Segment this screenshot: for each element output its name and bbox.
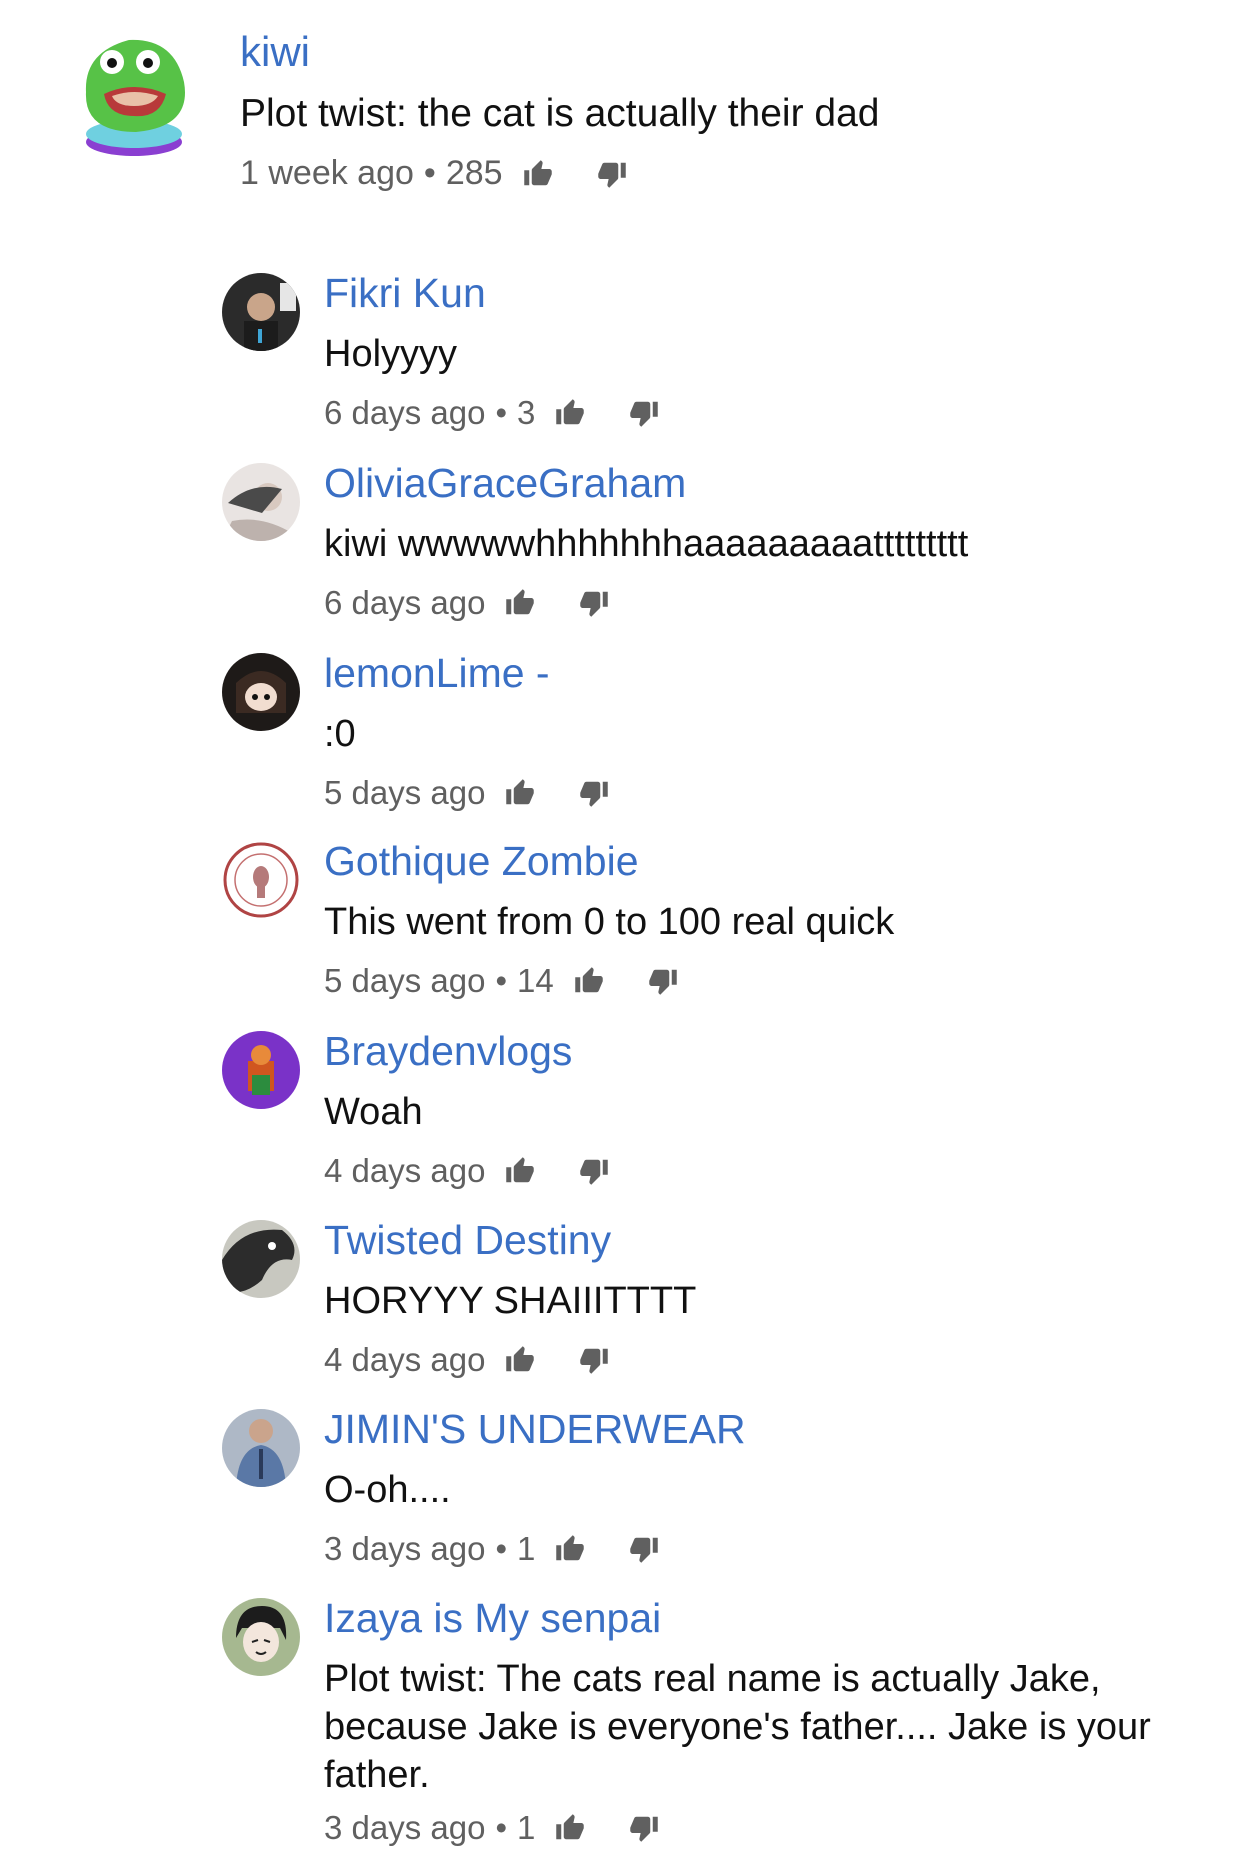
thumbs-up-icon[interactable] xyxy=(503,588,537,618)
comment-meta: 4 days ago xyxy=(324,1341,611,1379)
meta-separator: • xyxy=(495,394,508,431)
comment-time: 5 days ago xyxy=(324,962,486,999)
comment-author[interactable]: Gothique Zombie xyxy=(324,838,639,885)
comment-meta: 6 days ago • 3 xyxy=(324,394,661,432)
comment-author[interactable]: Braydenvlogs xyxy=(324,1028,572,1075)
thumbs-down-icon[interactable] xyxy=(577,588,611,618)
avatar[interactable] xyxy=(222,1598,300,1676)
avatar[interactable] xyxy=(222,273,300,351)
thumbs-down-icon[interactable] xyxy=(577,1156,611,1186)
thumbs-down-icon[interactable] xyxy=(627,398,661,428)
comment-time: 4 days ago xyxy=(324,1341,486,1378)
meta-separator: • xyxy=(423,154,436,192)
meta-separator: • xyxy=(495,1530,508,1567)
like-count: 1 xyxy=(517,1809,536,1846)
comment-text: This went from 0 to 100 real quick xyxy=(324,901,895,943)
thumbs-up-icon[interactable] xyxy=(503,1345,537,1375)
top-comment: kiwi Plot twist: the cat is actually the… xyxy=(0,0,1242,200)
comment-meta: 1 week ago • 285 xyxy=(240,154,629,193)
thumbs-down-icon[interactable] xyxy=(627,1534,661,1564)
comment-meta: 5 days ago xyxy=(324,774,611,812)
comment-author[interactable]: lemonLime - xyxy=(324,650,550,697)
thumbs-down-icon[interactable] xyxy=(577,778,611,808)
comment-meta: 5 days ago • 14 xyxy=(324,962,680,1000)
comment-time: 3 days ago xyxy=(324,1530,486,1567)
meta-separator: • xyxy=(495,1809,508,1846)
comment-text: :0 xyxy=(324,713,356,755)
avatar[interactable] xyxy=(222,1409,300,1487)
thumbs-up-icon[interactable] xyxy=(553,1813,587,1843)
thumbs-up-icon[interactable] xyxy=(553,398,587,428)
thumbs-up-icon[interactable] xyxy=(521,159,555,189)
thumbs-down-icon[interactable] xyxy=(595,159,629,189)
avatar[interactable] xyxy=(222,841,300,919)
comment-time: 3 days ago xyxy=(324,1809,486,1846)
comment-author[interactable]: kiwi xyxy=(240,28,310,76)
comment-time: 6 days ago xyxy=(324,394,486,431)
comment-text: O-oh.... xyxy=(324,1469,451,1511)
avatar[interactable] xyxy=(222,1031,300,1109)
like-count: 285 xyxy=(445,154,503,192)
avatar[interactable] xyxy=(222,1220,300,1298)
like-count: 14 xyxy=(517,962,554,999)
comment-time: 6 days ago xyxy=(324,584,486,621)
avatar[interactable] xyxy=(222,653,300,731)
comment-text: HORYYY SHAIIITTTT xyxy=(324,1280,697,1322)
thumbs-up-icon[interactable] xyxy=(503,1156,537,1186)
comment-meta: 6 days ago xyxy=(324,584,611,622)
meta-separator: • xyxy=(495,962,508,999)
thumbs-down-icon[interactable] xyxy=(627,1813,661,1843)
avatar-kiwi[interactable] xyxy=(74,32,198,156)
comment-time: 4 days ago xyxy=(324,1152,486,1189)
comment-text: Plot twist: The cats real name is actual… xyxy=(324,1658,1151,1796)
like-count: 3 xyxy=(517,394,536,431)
comment-author[interactable]: OliviaGraceGraham xyxy=(324,460,686,507)
comment-meta: 3 days ago • 1 xyxy=(324,1809,661,1847)
comment-time: 1 week ago xyxy=(240,154,414,192)
like-count: 1 xyxy=(517,1530,536,1567)
comment-text: Plot twist: the cat is actually their da… xyxy=(240,92,880,135)
comment-text: kiwi wwwwwhhhhhhhaaaaaaaaattttttttt xyxy=(324,523,969,565)
comment-author[interactable]: JIMIN'S UNDERWEAR xyxy=(324,1406,746,1453)
thumbs-up-icon[interactable] xyxy=(503,778,537,808)
thumbs-down-icon[interactable] xyxy=(577,1345,611,1375)
thumbs-down-icon[interactable] xyxy=(646,966,680,996)
comment-text: Holyyyy xyxy=(324,333,458,375)
comment-author[interactable]: Twisted Destiny xyxy=(324,1217,611,1264)
avatar[interactable] xyxy=(222,463,300,541)
comment-text: Woah xyxy=(324,1091,423,1133)
comment-author[interactable]: Fikri Kun xyxy=(324,270,486,317)
comment-author[interactable]: Izaya is My senpai xyxy=(324,1595,661,1642)
thumbs-up-icon[interactable] xyxy=(553,1534,587,1564)
comment-meta: 4 days ago xyxy=(324,1152,611,1190)
comment-time: 5 days ago xyxy=(324,774,486,811)
thumbs-up-icon[interactable] xyxy=(572,966,606,996)
comment-meta: 3 days ago • 1 xyxy=(324,1530,661,1568)
